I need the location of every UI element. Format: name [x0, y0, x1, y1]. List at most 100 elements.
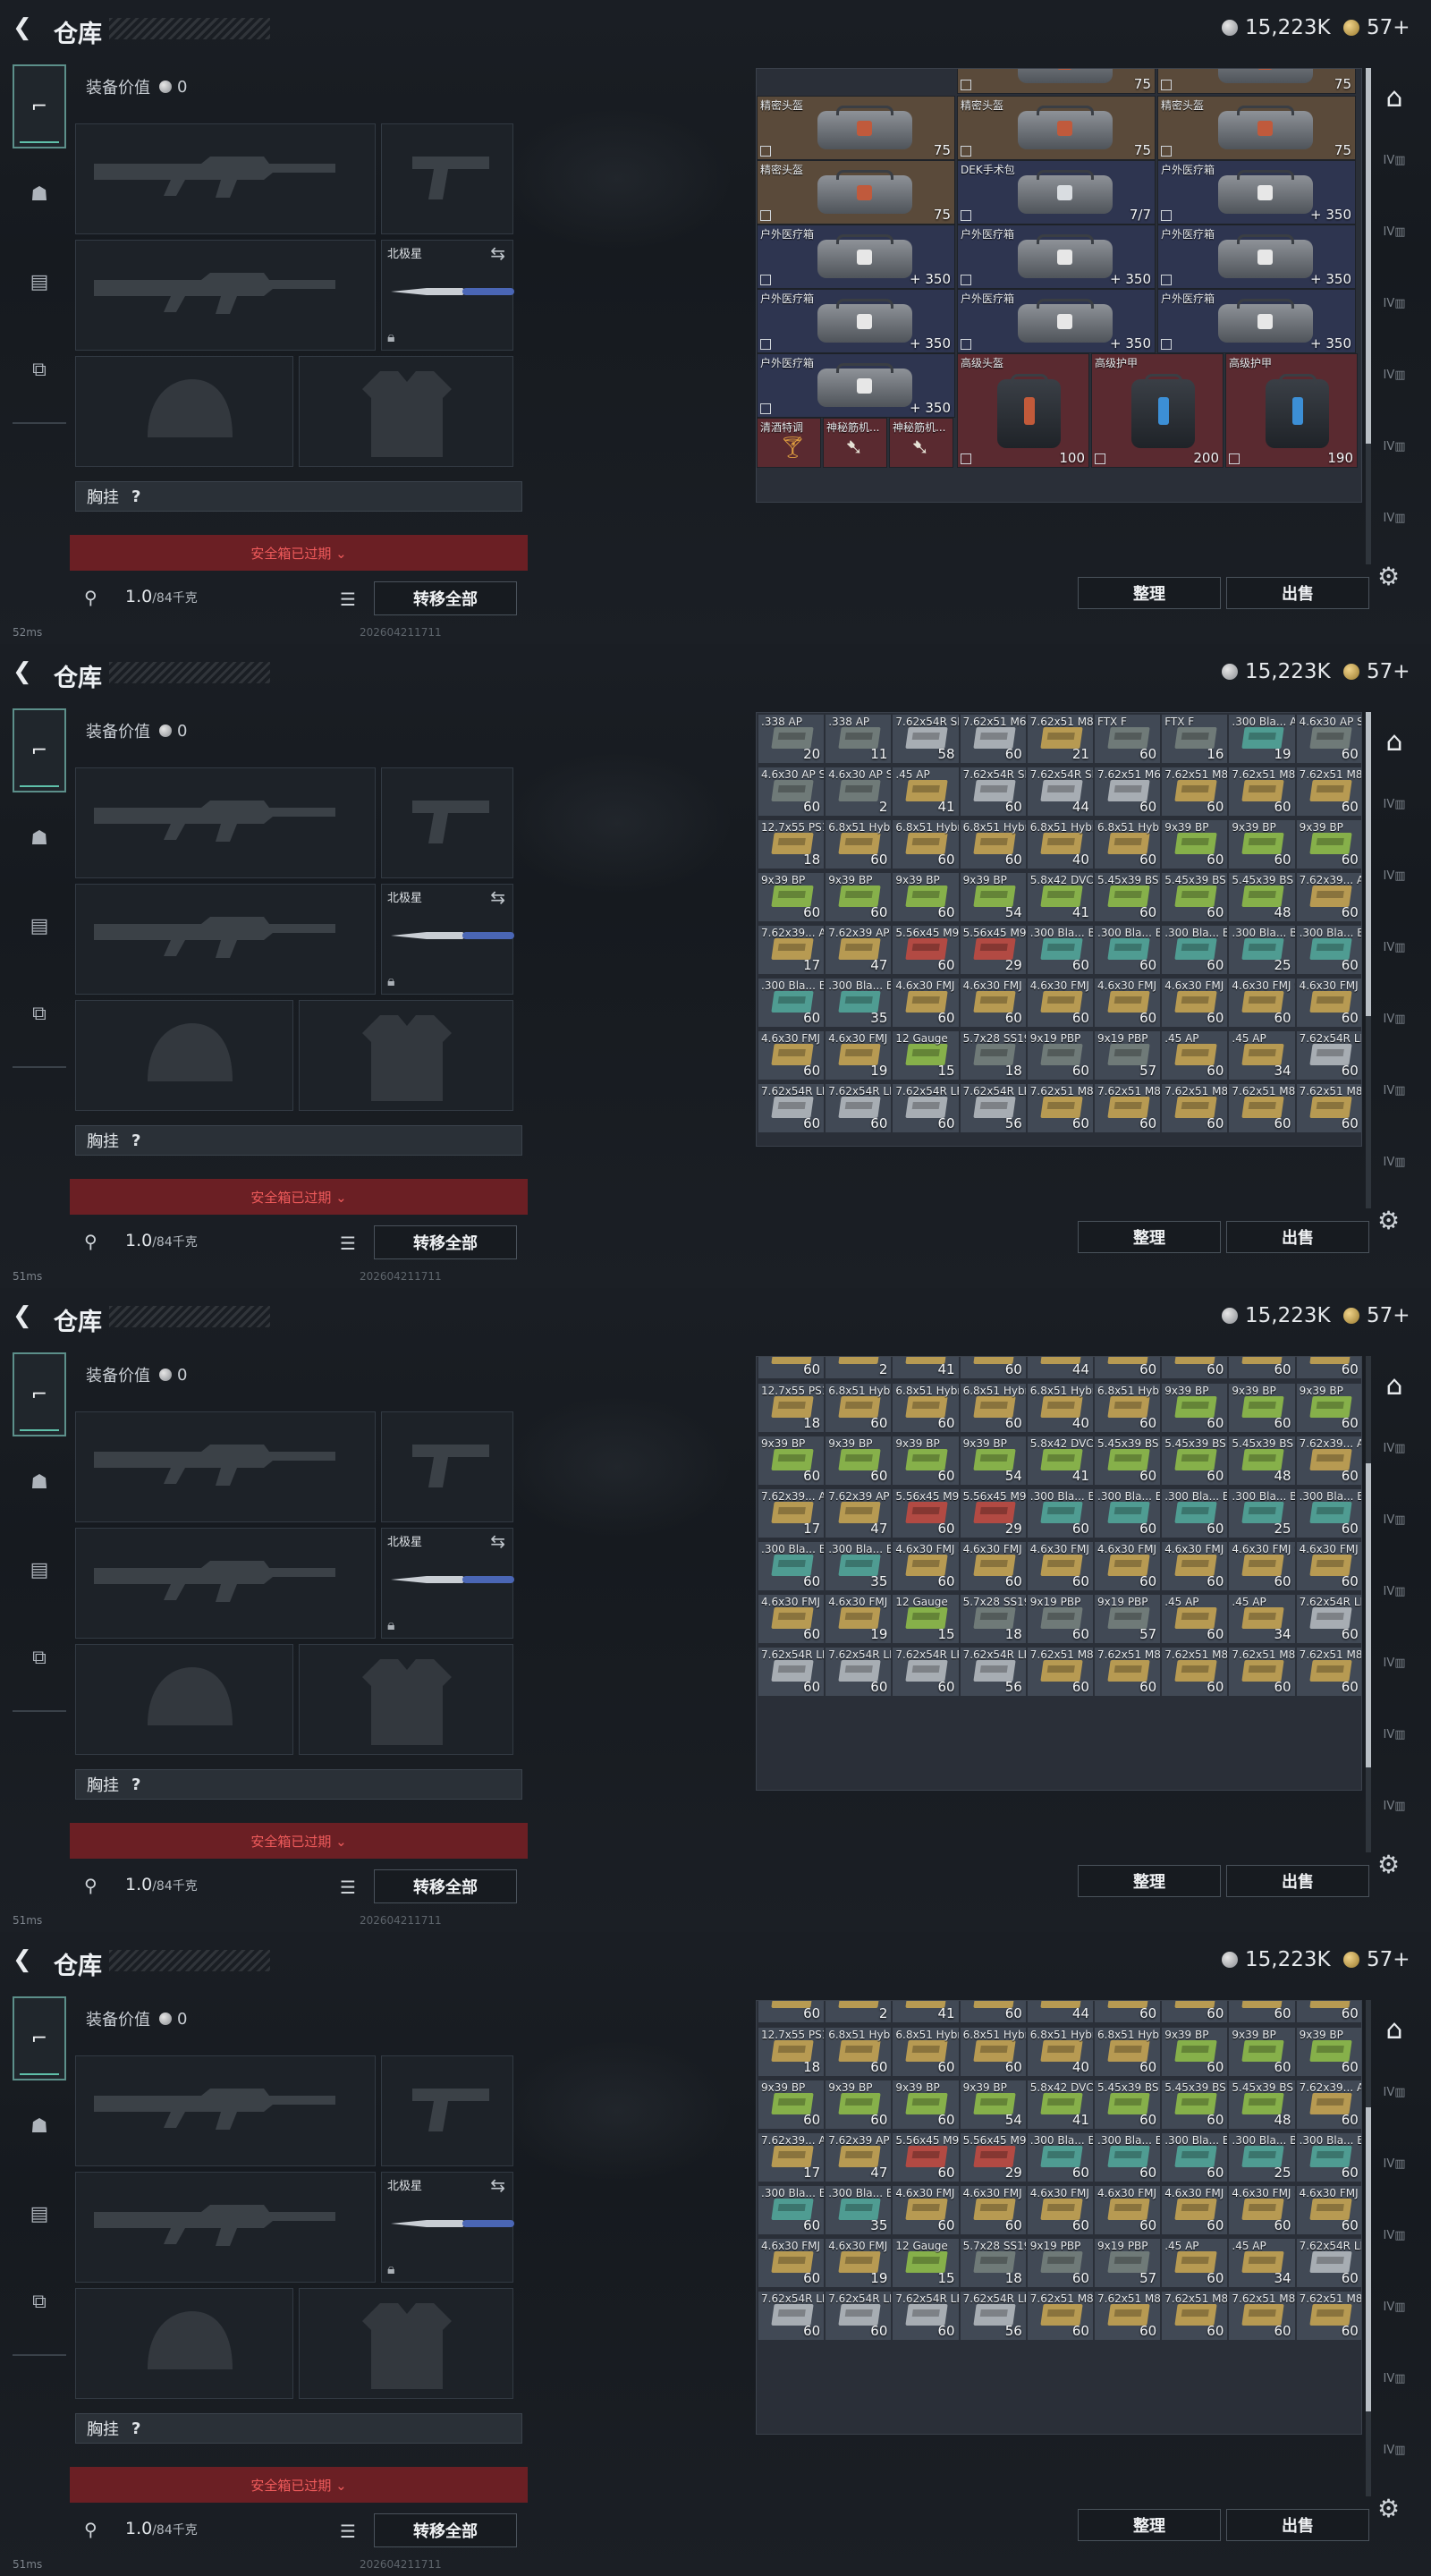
- inventory-cell[interactable]: 7.62x39 AP 47: [826, 1489, 892, 1538]
- storage-tab-1[interactable]: IV▥: [1375, 1442, 1414, 1496]
- inventory-cell[interactable]: .300 Bla... BPZ 60: [1162, 1489, 1228, 1538]
- inventory-cell[interactable]: 4.6x30 FMJ SX 60: [1229, 1542, 1295, 1590]
- inventory-cell[interactable]: .300 Bla... BPZ 60: [1095, 2133, 1161, 2182]
- inventory-cell[interactable]: 5.45x39 BS 60: [1162, 2080, 1228, 2129]
- inventory-cell[interactable]: .300 Bla... BPZ 25: [1229, 926, 1295, 974]
- inventory-cell[interactable]: 5.45x39 BS 60: [1162, 1436, 1228, 1485]
- gear-cell[interactable]: 户外医疗箱 + 350: [757, 225, 955, 289]
- inventory-cell[interactable]: 7.62x51 M80 60: [1027, 2292, 1093, 2340]
- inventory-cell[interactable]: 6.8x51 Hybrid 60: [1095, 1384, 1161, 1432]
- primary-weapon-slot[interactable]: [75, 1411, 376, 1522]
- inventory-cell[interactable]: 7.62x54R LPS 60: [826, 1084, 892, 1132]
- inventory-cell[interactable]: 60: [758, 1357, 825, 1378]
- back-arrow-icon[interactable]: ❮: [13, 14, 39, 41]
- inventory-cell[interactable]: 5.56x45 M995 29: [960, 1489, 1026, 1538]
- inventory-cell[interactable]: 2: [826, 1357, 892, 1378]
- inventory-cell[interactable]: 5.7x28 SS190 18: [960, 1031, 1026, 1080]
- inventory-cell[interactable]: 9x39 BP 60: [758, 1436, 825, 1485]
- inventory-cell[interactable]: 60: [1095, 2001, 1161, 2022]
- storage-tab-6[interactable]: IV▥: [1375, 2444, 1414, 2497]
- storage-tab-1[interactable]: IV▥: [1375, 154, 1414, 208]
- inventory-cell[interactable]: 6.8x51 Hybrid 60: [1095, 2028, 1161, 2076]
- inventory-cell[interactable]: .300 Bla... BPZ 60: [758, 2186, 825, 2234]
- inventory-cell[interactable]: 5.45x39 BS 48: [1229, 2080, 1295, 2129]
- sell-button[interactable]: 出售: [1226, 1865, 1369, 1897]
- gear-icon[interactable]: ⚙: [1377, 2494, 1400, 2523]
- secure-box-expired-banner[interactable]: 安全箱已过期 ⌄: [70, 535, 528, 571]
- inventory-cell[interactable]: 60: [960, 1357, 1026, 1378]
- list-icon[interactable]: ☰: [340, 2521, 356, 2542]
- inventory-cell[interactable]: 7.62x51 M80 21: [1027, 715, 1093, 763]
- secondary-weapon-slot[interactable]: [75, 2172, 376, 2283]
- gear-cell[interactable]: 75: [1157, 69, 1356, 94]
- transfer-all-button[interactable]: 转移全部: [374, 581, 517, 615]
- inventory-cell[interactable]: 4.6x30 FMJ SX 60: [1027, 1542, 1093, 1590]
- inventory-cell[interactable]: 4.6x30 FMJ SX 19: [826, 1595, 892, 1643]
- swap-icon[interactable]: ⇆: [490, 2174, 505, 2196]
- inventory-cell[interactable]: 12 Gauge 15: [893, 1031, 959, 1080]
- gear-cell[interactable]: 户外医疗箱 + 350: [1157, 289, 1356, 353]
- swap-icon[interactable]: ⇆: [490, 886, 505, 908]
- inventory-cell[interactable]: 4.6x30 AP SX 60: [758, 767, 825, 816]
- inventory-cell[interactable]: 9x19 PBP 57: [1095, 1031, 1161, 1080]
- secure-box-expired-banner[interactable]: 安全箱已过期 ⌄: [70, 2467, 528, 2503]
- inventory-cell[interactable]: .45 AP 34: [1229, 1031, 1295, 1080]
- inventory-cell[interactable]: .300 Bla... BPZ 60: [1162, 2133, 1228, 2182]
- inventory-cell[interactable]: 9x39 BP 60: [1296, 2028, 1361, 2076]
- scrollbar-thumb[interactable]: [1366, 1463, 1371, 1767]
- inventory-cell[interactable]: 7.62x54R LPS 60: [1296, 2239, 1361, 2287]
- inventory-cell[interactable]: 4.6x30 FMJ SX 60: [960, 1542, 1026, 1590]
- inventory-cell[interactable]: 6.8x51 Hybrid 40: [1027, 820, 1093, 869]
- gear-cell[interactable]: 户外医疗箱 + 350: [957, 225, 1156, 289]
- sell-button[interactable]: 出售: [1226, 1221, 1369, 1253]
- scrollbar-thumb[interactable]: [1366, 68, 1371, 444]
- inventory-cell[interactable]: 7.62x39... AP 60: [1296, 2080, 1361, 2129]
- storage-tab-6[interactable]: IV▥: [1375, 1156, 1414, 1209]
- inventory-cell[interactable]: 6.8x51 Hybrid 60: [893, 820, 959, 869]
- inventory-cell[interactable]: 44: [1027, 1357, 1093, 1378]
- inventory-cell[interactable]: 7.62x54R SNB 58: [893, 715, 959, 763]
- inventory-cell[interactable]: 4.6x30 FMJ SX 19: [826, 2239, 892, 2287]
- tab-armor[interactable]: ☗: [13, 796, 66, 880]
- inventory-cell[interactable]: .300 Bla... BPZ 60: [758, 1542, 825, 1590]
- secure-box-expired-banner[interactable]: 安全箱已过期 ⌄: [70, 1823, 528, 1859]
- inventory-cell[interactable]: 4.6x30 FMJ SX 60: [1162, 979, 1228, 1027]
- inventory-cell[interactable]: 4.6x30 AP SX 60: [1296, 715, 1361, 763]
- inventory-cell[interactable]: 7.62x54R LPS 60: [826, 2292, 892, 2340]
- inventory-cell[interactable]: 41: [893, 2001, 959, 2022]
- inventory-cell[interactable]: 7.62x51 M80 60: [1095, 1084, 1161, 1132]
- inventory-cell[interactable]: 7.62x51 M80 60: [1162, 2292, 1228, 2340]
- inventory-cell[interactable]: 9x39 BP 60: [1296, 1384, 1361, 1432]
- inventory-cell[interactable]: .300 Bla... BPZ 60: [1095, 1489, 1161, 1538]
- swap-icon[interactable]: ⇆: [490, 242, 505, 264]
- secondary-weapon-slot[interactable]: [75, 884, 376, 995]
- inventory-cell[interactable]: 9x19 PBP 60: [1027, 2239, 1093, 2287]
- inventory-cell[interactable]: 7.62x54R LPS 60: [826, 1648, 892, 1696]
- inventory-cell[interactable]: 5.45x39 BS 60: [1162, 873, 1228, 921]
- inventory-cell[interactable]: .45 AP 60: [1162, 1031, 1228, 1080]
- inventory-cell[interactable]: 4.6x30 FMJ SX 19: [826, 1031, 892, 1080]
- gear-cell[interactable]: 户外医疗箱 + 350: [757, 353, 955, 418]
- inventory-cell[interactable]: 6.8x51 Hybrid 60: [960, 1384, 1026, 1432]
- inventory-cell[interactable]: 9x39 BP 60: [1162, 820, 1228, 869]
- inventory-cell[interactable]: 9x39 BP 60: [826, 1436, 892, 1485]
- inventory-cell[interactable]: 4.6x30 FMJ SX 60: [893, 2186, 959, 2234]
- pistol-slot[interactable]: [381, 2055, 513, 2166]
- storage-tab-2[interactable]: IV▥: [1375, 869, 1414, 923]
- inventory-cell[interactable]: 7.62x54R LPS 60: [893, 1084, 959, 1132]
- helmet-slot[interactable]: [75, 2288, 293, 2399]
- inventory-cell[interactable]: 9x39 BP 60: [1229, 1384, 1295, 1432]
- inventory-cell[interactable]: 5.8x42 DVC12 41: [1027, 1436, 1093, 1485]
- inventory-cell[interactable]: .300 Bla... BPZ 35: [826, 979, 892, 1027]
- inventory-cell[interactable]: 6.8x51 Hybrid 40: [1027, 1384, 1093, 1432]
- inventory-cell[interactable]: 5.56x45 M995 60: [893, 1489, 959, 1538]
- list-icon[interactable]: ☰: [340, 1233, 356, 1254]
- storage-tab-4[interactable]: IV▥: [1375, 369, 1414, 422]
- inventory-cell[interactable]: 5.7x28 SS190 18: [960, 2239, 1026, 2287]
- armor-slot[interactable]: [299, 1644, 513, 1755]
- inventory-cell[interactable]: 5.56x45 M995 60: [893, 2133, 959, 2182]
- armor-slot[interactable]: [299, 2288, 513, 2399]
- inventory-cell[interactable]: 5.8x42 DVC12 41: [1027, 2080, 1093, 2129]
- gear-cell[interactable]: 75: [957, 69, 1156, 94]
- storage-tab-5[interactable]: IV▥: [1375, 440, 1414, 494]
